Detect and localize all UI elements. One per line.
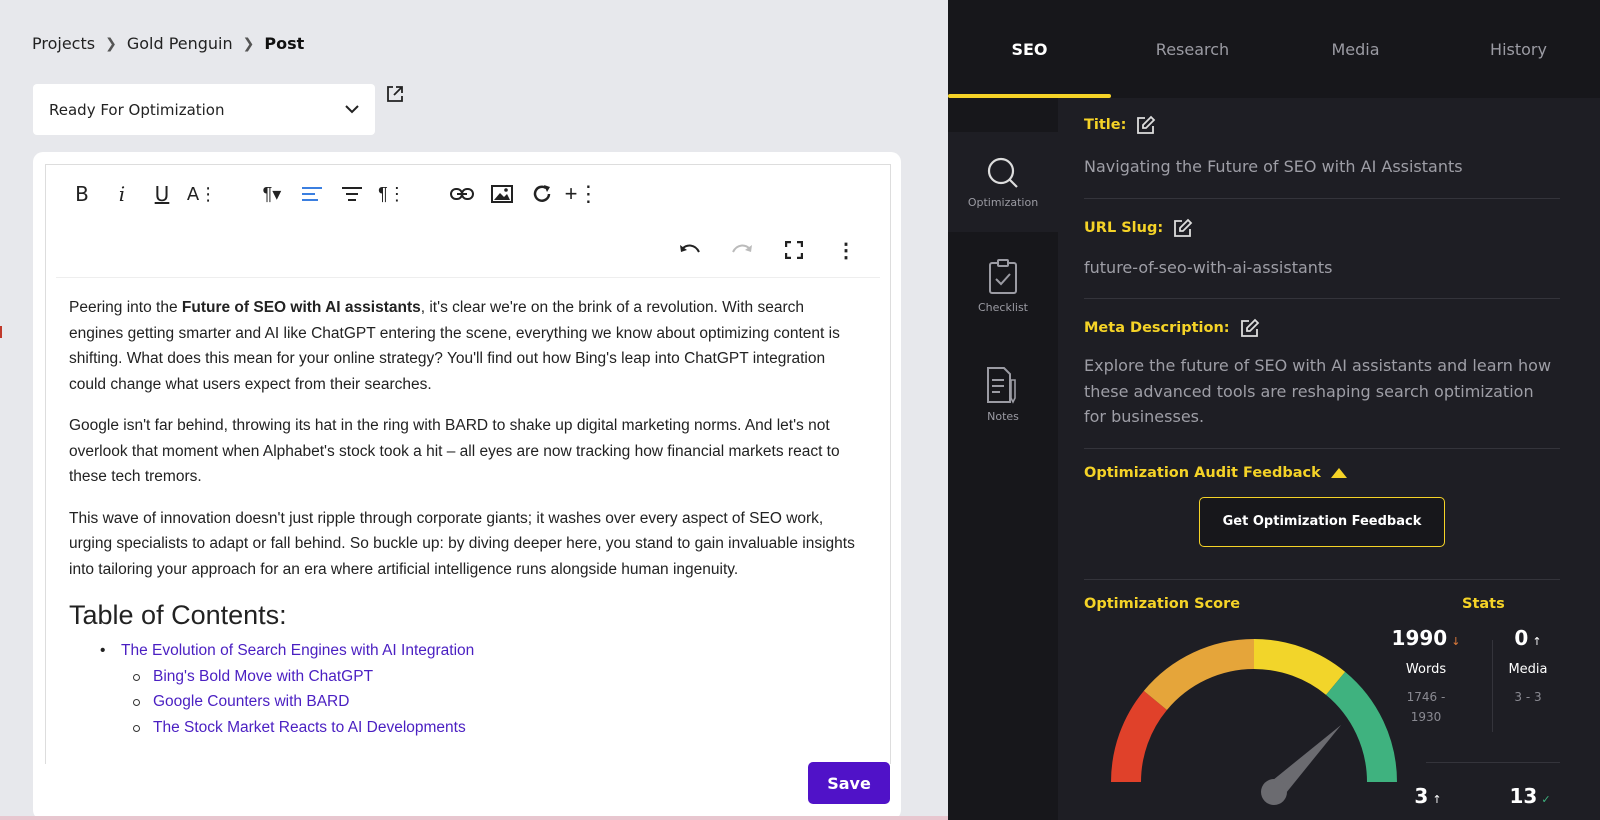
toc-sublink[interactable]: Google Counters with BARD	[69, 689, 859, 715]
arrow-down-icon: ↓	[1451, 635, 1461, 648]
status-dropdown[interactable]: Ready For Optimization	[33, 84, 375, 135]
chevron-down-icon	[345, 105, 359, 114]
edge-marker	[0, 326, 2, 338]
meta-description-label: Meta Description:	[1084, 315, 1560, 341]
side-nav: Optimization Checklist Notes	[948, 98, 1058, 820]
paragraph-format-icon[interactable]: ¶▾	[252, 179, 292, 209]
link-icon[interactable]	[442, 179, 482, 209]
optimization-score-gauge	[1111, 639, 1397, 805]
editor-toolbar: B i U A⋮ ¶▾ ¶⋮ +⋮	[62, 179, 602, 209]
side-nav-notes[interactable]: Notes	[948, 340, 1058, 448]
gauge-needle-hub	[1261, 779, 1287, 805]
edit-icon[interactable]	[1136, 115, 1156, 135]
side-nav-label: Checklist	[978, 300, 1028, 314]
toolbar-divider	[56, 277, 880, 278]
slug-value[interactable]: future-of-seo-with-ai-assistants	[1084, 255, 1560, 281]
title-value[interactable]: Navigating the Future of SEO with AI Ass…	[1084, 154, 1560, 180]
refresh-icon[interactable]	[522, 179, 562, 209]
get-feedback-button[interactable]: Get Optimization Feedback	[1199, 496, 1445, 547]
gauge-arc-green	[1325, 671, 1397, 783]
align-left-icon[interactable]	[292, 179, 332, 209]
meta-description-value[interactable]: Explore the future of SEO with AI assist…	[1084, 353, 1560, 430]
breadcrumb-separator-icon: ❯	[105, 35, 117, 52]
toc-link[interactable]: The Evolution of Search Engines with AI …	[69, 638, 859, 664]
caret-up-icon	[1330, 467, 1347, 478]
edit-icon[interactable]	[1173, 218, 1193, 238]
fullscreen-icon[interactable]	[774, 235, 814, 265]
arrow-up-icon: ↑	[1432, 793, 1442, 806]
editor-pane: Projects ❯ Gold Penguin ❯ Post Ready For…	[0, 0, 948, 820]
bold-icon[interactable]: B	[62, 179, 102, 209]
stats-label: Stats	[1462, 596, 1505, 612]
title-label: Title:	[1084, 112, 1560, 138]
seo-sidebar: SEO Research Media History Optimization …	[948, 0, 1600, 820]
save-button[interactable]: Save	[808, 762, 890, 804]
align-center-icon[interactable]	[332, 179, 372, 209]
edit-icon[interactable]	[1240, 318, 1260, 338]
tab-history[interactable]: History	[1437, 0, 1600, 98]
breadcrumb-current: Post	[264, 34, 305, 53]
audit-feedback-toggle[interactable]: Optimization Audit Feedback	[1084, 465, 1560, 481]
bold-phrase: Future of SEO with AI assistants	[181, 299, 421, 316]
underline-icon[interactable]: U	[142, 179, 182, 209]
italic-icon[interactable]: i	[102, 179, 142, 209]
tab-research[interactable]: Research	[1111, 0, 1274, 98]
stats-divider	[1426, 762, 1560, 763]
status-dropdown-value: Ready For Optimization	[49, 100, 225, 119]
tab-seo[interactable]: SEO	[948, 0, 1111, 98]
stat-words: 1990 ↓ Words 1746 -1930	[1391, 626, 1461, 724]
stat-third: 3 ↑	[1414, 784, 1442, 808]
magnifier-icon	[987, 157, 1018, 188]
optimization-score-label: Optimization Score	[1084, 596, 1241, 612]
more-options-icon[interactable]: ⋮	[826, 235, 866, 265]
paragraph-1: Peering into the Future of SEO with AI a…	[69, 299, 840, 393]
divider	[1084, 578, 1560, 580]
toc-heading: Table of Contents:	[69, 600, 287, 630]
breadcrumb-gold-penguin[interactable]: Gold Penguin	[127, 34, 233, 53]
toc-sublink[interactable]: The Stock Market Reacts to AI Developmen…	[69, 715, 859, 741]
breadcrumb-projects[interactable]: Projects	[32, 34, 95, 53]
editor-toolbar-secondary: ⋮	[670, 235, 866, 265]
divider	[1084, 197, 1560, 199]
slug-label: URL Slug:	[1084, 215, 1560, 241]
redo-icon[interactable]	[722, 235, 762, 265]
undo-icon[interactable]	[670, 235, 710, 265]
editor-content[interactable]: Peering into the Future of SEO with AI a…	[69, 295, 859, 740]
toc-list: The Evolution of Search Engines with AI …	[69, 638, 859, 740]
side-nav-checklist[interactable]: Checklist	[948, 232, 1058, 340]
side-nav-optimization[interactable]: Optimization	[948, 132, 1058, 232]
clipboard-check-icon	[989, 258, 1017, 294]
gauge-arc-orange	[1143, 639, 1255, 711]
rich-text-editor: B i U A⋮ ¶▾ ¶⋮ +⋮ ⋮ Peering into the Fut…	[45, 164, 891, 764]
paragraph-3: This wave of innovation doesn't just rip…	[69, 509, 855, 578]
sidebar-tabs: SEO Research Media History	[948, 0, 1600, 98]
arrow-up-icon: ↑	[1532, 635, 1542, 648]
paragraph-2: Google isn't far behind, throwing its ha…	[69, 417, 840, 485]
image-icon[interactable]	[482, 179, 522, 209]
text-size-icon[interactable]: A⋮	[182, 179, 222, 209]
paragraph-style-icon[interactable]: ¶⋮	[372, 179, 412, 209]
check-icon: ✓	[1541, 793, 1551, 806]
open-external-icon[interactable]	[385, 84, 405, 104]
side-nav-label: Notes	[987, 409, 1019, 423]
breadcrumb-separator-icon: ❯	[242, 35, 255, 52]
divider	[1084, 447, 1560, 449]
bottom-strip	[0, 816, 948, 820]
breadcrumb: Projects ❯ Gold Penguin ❯ Post	[32, 34, 304, 53]
notes-icon	[987, 366, 1016, 404]
stat-media: 0 ↑ Media 3 - 3	[1508, 626, 1548, 704]
toc-sublink[interactable]: Bing's Bold Move with ChatGPT	[69, 664, 859, 690]
gauge-arc-yellow	[1253, 639, 1346, 696]
seo-fields: Title: Navigating the Future of SEO with…	[1084, 112, 1560, 596]
divider	[1084, 298, 1560, 299]
stat-fourth: 13 ✓	[1509, 784, 1551, 808]
editor-card: B i U A⋮ ¶▾ ¶⋮ +⋮ ⋮ Peering into the Fut…	[33, 152, 901, 820]
side-nav-label: Optimization	[967, 195, 1039, 209]
gauge-arc-red	[1111, 690, 1168, 783]
insert-more-icon[interactable]: +⋮	[562, 179, 602, 209]
tab-media[interactable]: Media	[1274, 0, 1437, 98]
